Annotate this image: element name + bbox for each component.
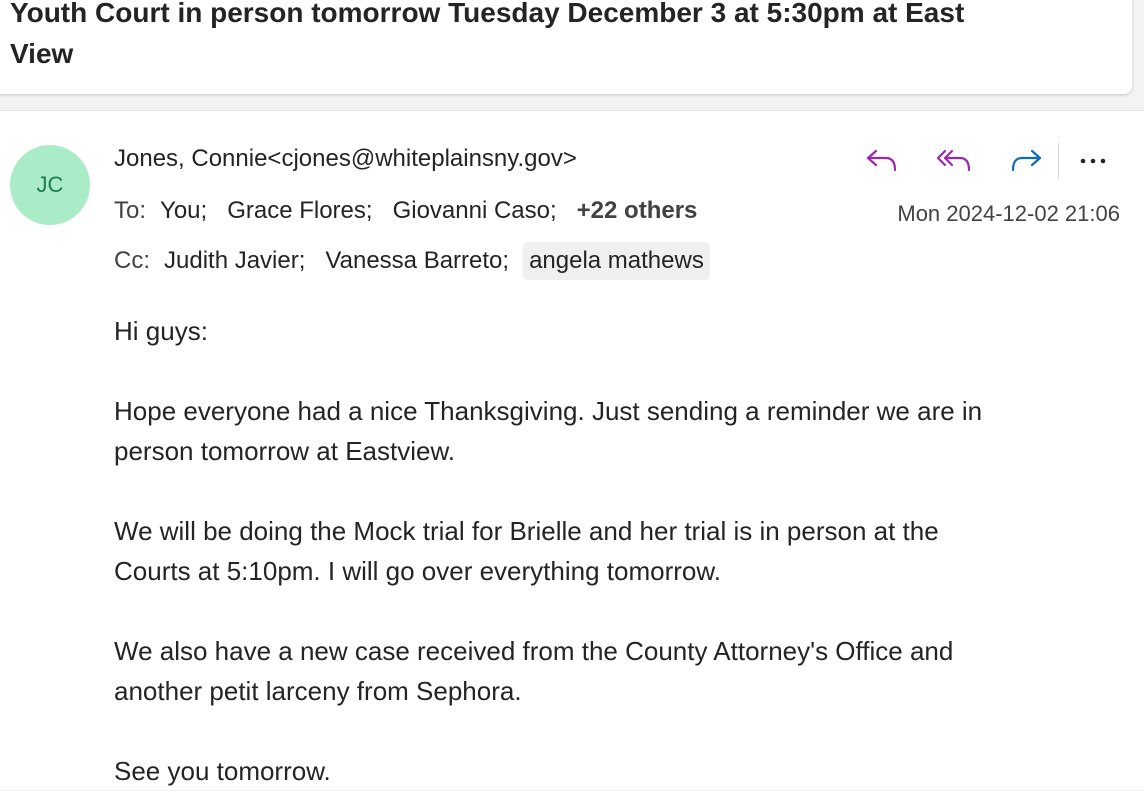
- more-icon: [1080, 158, 1106, 164]
- body-paragraph: person tomorrow at Eastview.: [114, 436, 456, 466]
- avatar[interactable]: JC: [10, 145, 90, 225]
- cc-recipients: Cc: Judith Javier; Vanessa Barreto; ange…: [114, 242, 730, 280]
- more-actions-button[interactable]: [1073, 139, 1113, 183]
- recipient[interactable]: Grace Flores;: [227, 197, 372, 225]
- cc-label: Cc:: [114, 247, 150, 274]
- reply-all-icon: [936, 149, 971, 172]
- email-subject: Youth Court in person tomorrow Tuesday D…: [10, 0, 1122, 74]
- subject-line-1: Youth Court in person tomorrow Tuesday D…: [10, 0, 965, 28]
- body-paragraph: Courts at 5:10pm. I will go over everyth…: [114, 556, 721, 586]
- recipient[interactable]: You;: [160, 197, 207, 225]
- to-label: To:: [114, 197, 147, 224]
- sent-date: Mon 2024-12-02 21:06: [897, 201, 1120, 226]
- body-paragraph: another petit larceny from Sephora.: [114, 676, 522, 706]
- actions-divider: [1058, 143, 1059, 179]
- body-greeting: Hi guys:: [114, 316, 208, 346]
- reply-icon: [866, 149, 897, 172]
- body-closing: See you tomorrow.: [114, 756, 331, 786]
- subject-line-2: View: [10, 38, 74, 69]
- more-recipients-link[interactable]: +22 others: [577, 197, 698, 225]
- reply-button[interactable]: [858, 139, 906, 183]
- body-paragraph: We will be doing the Mock trial for Brie…: [114, 516, 939, 546]
- recipient-highlighted[interactable]: angela mathews: [523, 242, 710, 280]
- subject-card: Youth Court in person tomorrow Tuesday D…: [0, 0, 1132, 94]
- body-paragraph: We also have a new case received from th…: [114, 636, 954, 666]
- recipient[interactable]: Vanessa Barreto;: [325, 247, 509, 275]
- body-paragraph: Hope everyone had a nice Thanksgiving. J…: [114, 396, 983, 426]
- sender-name[interactable]: Jones, Connie<cjones@whiteplainsny.gov>: [114, 145, 577, 173]
- forward-icon: [1011, 149, 1042, 172]
- recipient[interactable]: Giovanni Caso;: [393, 197, 557, 225]
- message-actions: [858, 139, 1113, 183]
- avatar-initials: JC: [36, 172, 64, 197]
- to-recipients: To: You; Grace Flores; Giovanni Caso; +2…: [114, 197, 697, 225]
- forward-button[interactable]: [1002, 139, 1050, 183]
- reply-all-button[interactable]: [930, 139, 978, 183]
- recipient[interactable]: Judith Javier;: [164, 247, 305, 275]
- message-card: JC Jones, Connie<cjones@whiteplainsny.go…: [0, 110, 1144, 790]
- message-body: Hi guys: Hope everyone had a nice Thanks…: [114, 311, 1114, 791]
